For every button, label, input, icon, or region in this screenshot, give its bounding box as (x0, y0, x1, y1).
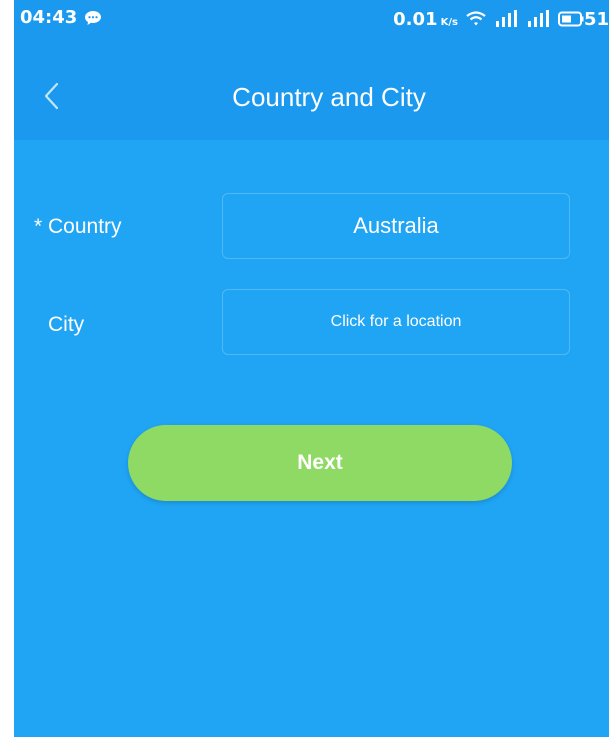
signal-icon (527, 10, 549, 27)
status-bar: 04:43 0.01 K/s 51 (14, 0, 609, 36)
app-window: 04:43 0.01 K/s 51 Country and City * Cou… (14, 0, 609, 737)
screen: 04:43 0.01 K/s 51 Country and City * Cou… (0, 0, 609, 737)
network-speed-value: 0.01 (393, 8, 438, 30)
city-placeholder: Click for a location (330, 313, 462, 330)
country-value: Australia (353, 213, 439, 238)
page-title: Country and City (232, 82, 426, 112)
country-field[interactable]: Australia (222, 193, 570, 259)
battery-icon (557, 11, 584, 27)
next-button[interactable]: Next (128, 425, 512, 501)
city-field[interactable]: Click for a location (222, 289, 570, 355)
app-header: Country and City (14, 36, 609, 140)
city-label: City (48, 313, 85, 336)
wifi-icon (466, 11, 486, 26)
next-button-label: Next (297, 451, 343, 474)
battery-indicator: 51 (557, 8, 609, 30)
battery-level: 51 (583, 8, 609, 30)
signal-icon (495, 10, 517, 27)
status-indicators: 0.01 K/s 51 (393, 7, 609, 31)
network-speed: 0.01 K/s (393, 9, 458, 30)
network-speed-unit: K/s (440, 16, 458, 28)
status-time: 04:43 (20, 7, 78, 28)
country-label: * Country (34, 215, 122, 238)
chat-bubble-icon (85, 11, 101, 25)
